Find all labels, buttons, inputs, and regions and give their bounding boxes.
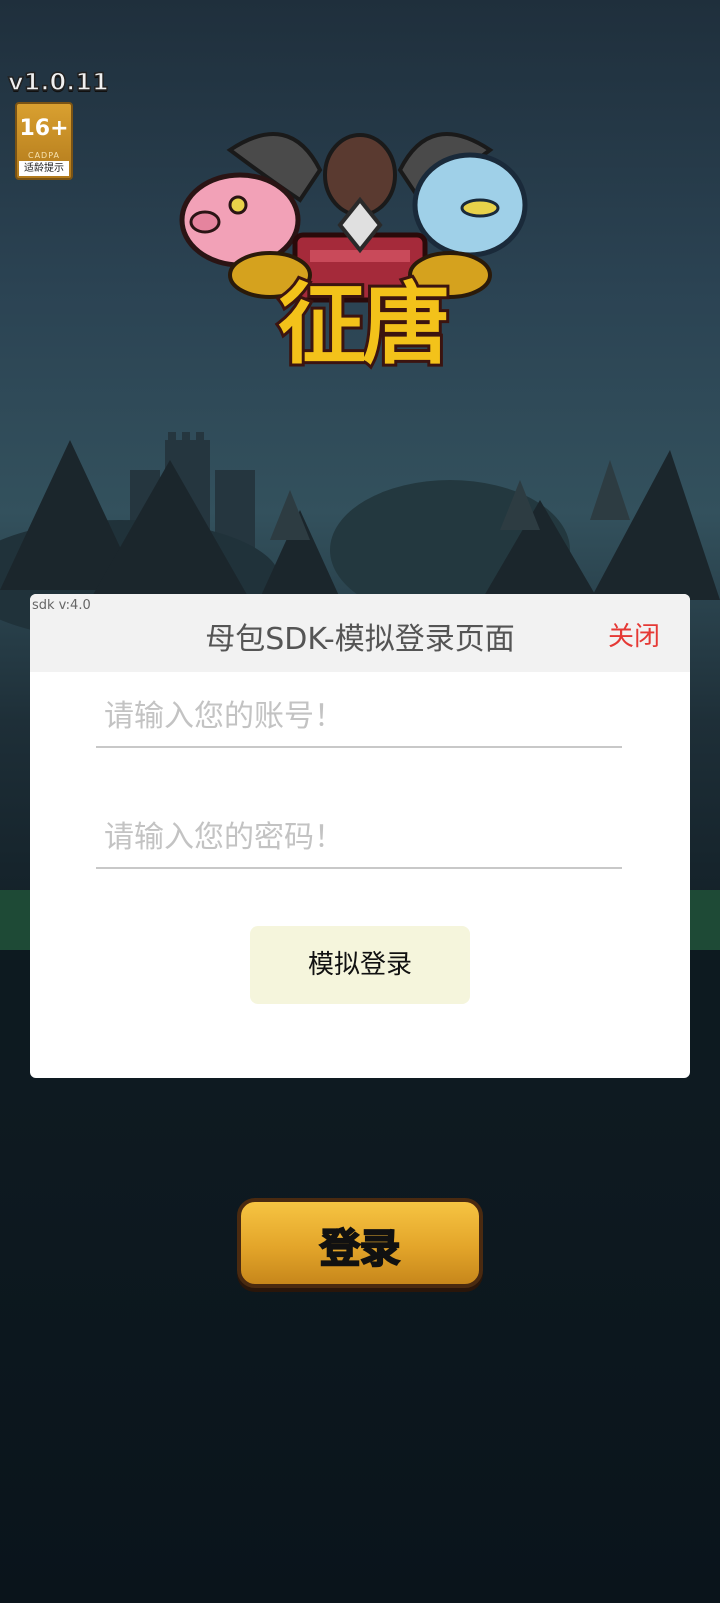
age-rating-value: 16+ [19,116,69,141]
password-field [96,807,622,869]
dialog-header: sdk v:4.0 母包SDK-模拟登录页面 关闭 [30,594,690,672]
password-input[interactable] [96,807,622,867]
game-logo-title: 征唐 [275,270,453,379]
age-rating-badge: 16+ CADPA 适龄提示 [15,102,73,180]
game-login-label: 登录 [319,1225,401,1273]
close-button[interactable]: 关闭 [608,616,660,653]
age-rating-note: 适龄提示 [19,161,69,176]
age-rating-org: CADPA [27,151,60,160]
account-field [96,686,622,748]
sdk-version-label: sdk v:4.0 [32,598,91,613]
sdk-login-dialog: sdk v:4.0 母包SDK-模拟登录页面 关闭 模拟登录 [30,594,690,1078]
simulate-login-button[interactable]: 模拟登录 [250,926,470,1004]
account-input[interactable] [96,686,622,746]
version-label: v1.0.11 [7,67,109,97]
dialog-title: 母包SDK-模拟登录页面 [205,622,515,657]
game-login-button[interactable]: 登录 [237,1198,483,1288]
